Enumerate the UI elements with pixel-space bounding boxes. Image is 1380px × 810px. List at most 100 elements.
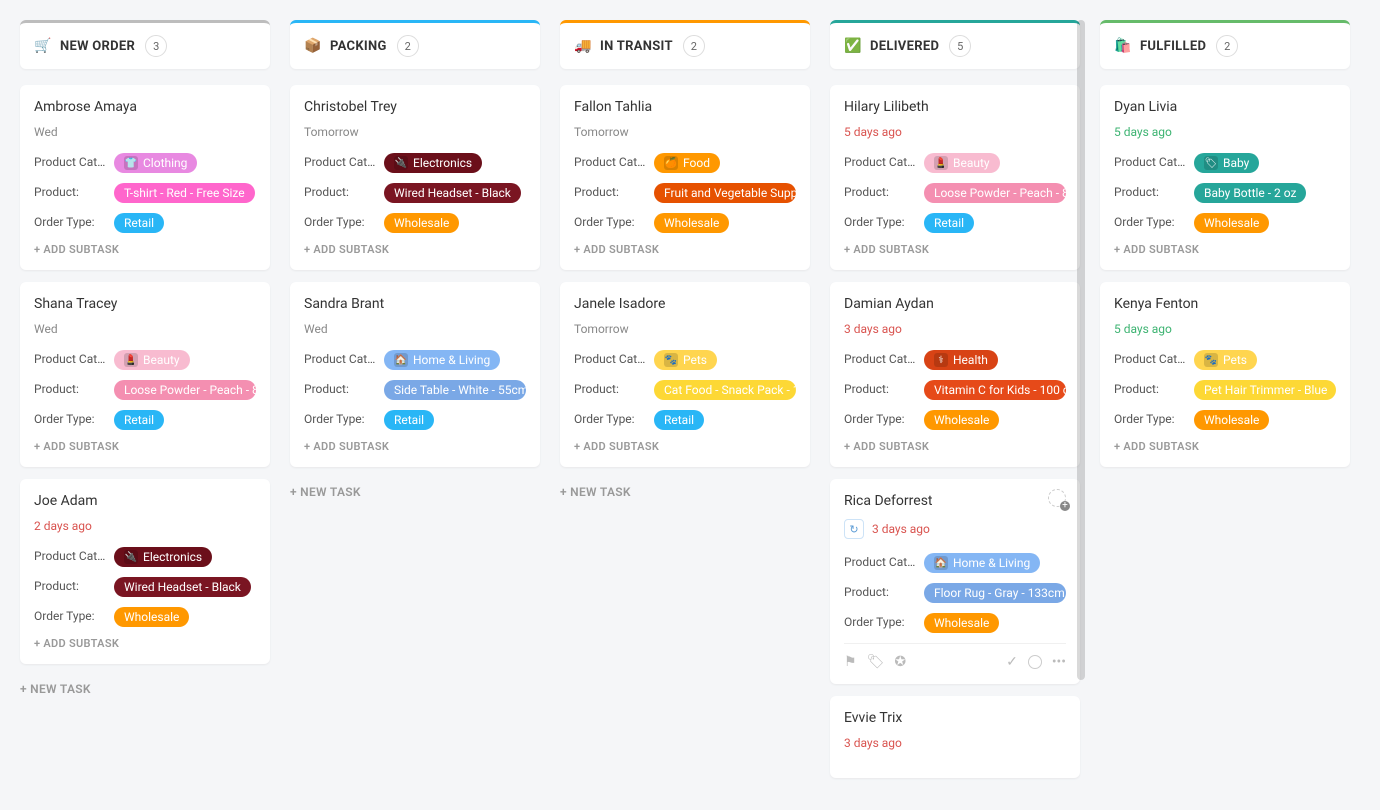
add-subtask-button[interactable]: + ADD SUBTASK [34, 440, 256, 453]
column-count: 2 [397, 35, 419, 57]
product-pill[interactable]: Wired Headset - Black [114, 577, 251, 597]
column-header[interactable]: 🛍️FULFILLED2 [1100, 20, 1350, 69]
task-card[interactable]: Rica Deforrest+↻3 days agoProduct Cat...… [830, 479, 1080, 684]
field-label: Product Cat... [304, 153, 376, 169]
task-card[interactable]: Kenya Fenton5 days agoProduct Cat...🐾Pet… [1100, 282, 1350, 467]
task-card[interactable]: Sandra BrantWedProduct Cat...🏠Home & Liv… [290, 282, 540, 467]
order-type-pill[interactable]: Wholesale [384, 213, 459, 233]
new-task-button[interactable]: + NEW TASK [560, 479, 810, 505]
new-task-button[interactable]: + NEW TASK [290, 479, 540, 505]
task-card[interactable]: Damian Aydan3 days agoProduct Cat...⚕Hea… [830, 282, 1080, 467]
product-pill[interactable]: Baby Bottle - 2 oz [1194, 183, 1306, 203]
product-pill[interactable]: Floor Rug - Gray - 133cm x ... [924, 583, 1066, 603]
flag-icon[interactable]: ⚑ [844, 654, 857, 670]
add-subtask-button[interactable]: + ADD SUBTASK [34, 243, 256, 256]
category-text: Home & Living [413, 353, 490, 367]
category-pill[interactable]: 🏠Home & Living [384, 350, 500, 370]
order-type-pill[interactable]: Retail [114, 213, 164, 233]
check-icon[interactable]: ✓ [1006, 654, 1018, 670]
task-card[interactable]: Shana TraceyWedProduct Cat...💄BeautyProd… [20, 282, 270, 467]
column-header[interactable]: 📦PACKING2 [290, 20, 540, 69]
field-order-type: Order Type:Wholesale [1114, 213, 1336, 233]
task-card[interactable]: Ambrose AmayaWedProduct Cat...👕ClothingP… [20, 85, 270, 270]
category-icon: 🏠 [934, 556, 948, 570]
vertical-scrollbar[interactable] [1077, 20, 1085, 680]
category-text: Pets [683, 353, 707, 367]
field-label: Order Type: [34, 213, 106, 229]
order-type-pill[interactable]: Wholesale [924, 613, 999, 633]
category-pill[interactable]: 👕Clothing [114, 153, 197, 173]
category-pill[interactable]: 💄Beauty [114, 350, 190, 370]
task-card[interactable]: Christobel TreyTomorrowProduct Cat...🔌El… [290, 85, 540, 270]
order-type-pill[interactable]: Wholesale [654, 213, 729, 233]
add-subtask-button[interactable]: + ADD SUBTASK [1114, 440, 1336, 453]
product-pill[interactable]: Side Table - White - 55cm x... [384, 380, 526, 400]
task-card[interactable]: Hilary Lilibeth5 days agoProduct Cat...💄… [830, 85, 1080, 270]
field-label: Product: [34, 380, 106, 396]
category-pill[interactable]: 🔌Electronics [114, 547, 212, 567]
product-pill[interactable]: Wired Headset - Black [384, 183, 521, 203]
task-card[interactable]: Fallon TahliaTomorrowProduct Cat...🍊Food… [560, 85, 810, 270]
order-type-pill[interactable]: Wholesale [114, 607, 189, 627]
add-subtask-button[interactable]: + ADD SUBTASK [1114, 243, 1336, 256]
product-pill[interactable]: Vitamin C for Kids - 100 ca... [924, 380, 1066, 400]
product-pill[interactable]: Loose Powder - Peach - 8 g... [114, 380, 256, 400]
product-pill[interactable]: Cat Food - Snack Pack - 10... [654, 380, 796, 400]
new-task-button[interactable]: + NEW TASK [20, 676, 270, 702]
product-pill[interactable]: Pet Hair Trimmer - Blue [1194, 380, 1336, 400]
add-subtask-button[interactable]: + ADD SUBTASK [304, 440, 526, 453]
field-label: Order Type: [1114, 410, 1186, 426]
order-type-pill[interactable]: Retail [654, 410, 704, 430]
assignee-icon[interactable]: + [1048, 489, 1070, 511]
category-pill[interactable]: 🏠Home & Living [924, 553, 1040, 573]
task-card[interactable]: Joe Adam2 days agoProduct Cat...🔌Electro… [20, 479, 270, 664]
recurring-icon[interactable]: ↻ [844, 519, 864, 539]
field-label: Product: [304, 380, 376, 396]
task-card[interactable]: Janele IsadoreTomorrowProduct Cat...🐾Pet… [560, 282, 810, 467]
order-type-pill[interactable]: Wholesale [924, 410, 999, 430]
column-header[interactable]: 🛒NEW ORDER3 [20, 20, 270, 69]
add-subtask-button[interactable]: + ADD SUBTASK [574, 243, 796, 256]
field-category: Product Cat...🍊Food [574, 153, 796, 173]
product-pill[interactable]: Loose Powder - Peach - 8 g... [924, 183, 1066, 203]
add-subtask-button[interactable]: + ADD SUBTASK [304, 243, 526, 256]
category-pill[interactable]: 🍊Food [654, 153, 720, 173]
card-date: 3 days ago [844, 322, 1066, 336]
product-pill[interactable]: T-shirt - Red - Free Size [114, 183, 255, 203]
task-card[interactable]: Dyan Livia5 days agoProduct Cat...🏷BabyP… [1100, 85, 1350, 270]
column: 🛒NEW ORDER3 Ambrose AmayaWedProduct Cat..… [20, 20, 270, 702]
add-subtask-button[interactable]: + ADD SUBTASK [34, 637, 256, 650]
column-header[interactable]: ✅DELIVERED5 [830, 20, 1080, 69]
category-pill[interactable]: 🔌Electronics [384, 153, 482, 173]
category-pill[interactable]: 🐾Pets [654, 350, 717, 370]
order-type-pill[interactable]: Wholesale [1194, 410, 1269, 430]
category-text: Baby [1223, 156, 1249, 170]
order-type-pill[interactable]: Retail [924, 213, 974, 233]
more-icon[interactable]: ••• [1052, 654, 1066, 670]
category-pill[interactable]: 💄Beauty [924, 153, 1000, 173]
tag-icon[interactable]: 🏷 [867, 654, 885, 670]
order-type-pill[interactable]: Retail [384, 410, 434, 430]
category-icon: 🔌 [124, 550, 138, 564]
category-pill[interactable]: 🐾Pets [1194, 350, 1257, 370]
task-card[interactable]: Evvie Trix3 days ago [830, 696, 1080, 778]
field-label: Order Type: [844, 613, 916, 629]
add-subtask-button[interactable]: + ADD SUBTASK [844, 243, 1066, 256]
column-header[interactable]: 🚚IN TRANSIT2 [560, 20, 810, 69]
add-subtask-button[interactable]: + ADD SUBTASK [574, 440, 796, 453]
status-circle-icon[interactable] [1028, 655, 1042, 669]
order-type-pill[interactable]: Wholesale [1194, 213, 1269, 233]
card-customer-name: Shana Tracey [34, 296, 256, 312]
column: 🚚IN TRANSIT2 Fallon TahliaTomorrowProduct… [560, 20, 810, 505]
category-icon: 💄 [124, 353, 138, 367]
field-label: Order Type: [304, 410, 376, 426]
add-subtask-button[interactable]: + ADD SUBTASK [844, 440, 1066, 453]
card-customer-name: Fallon Tahlia [574, 99, 796, 115]
category-pill[interactable]: 🏷Baby [1194, 153, 1259, 173]
column: 📦PACKING2 Christobel TreyTomorrowProduct … [290, 20, 540, 505]
product-pill[interactable]: Fruit and Vegetable Supple... [654, 183, 796, 203]
category-pill[interactable]: ⚕Health [924, 350, 998, 370]
field-label: Product: [574, 183, 646, 199]
star-icon[interactable]: ✪ [894, 654, 906, 670]
order-type-pill[interactable]: Retail [114, 410, 164, 430]
